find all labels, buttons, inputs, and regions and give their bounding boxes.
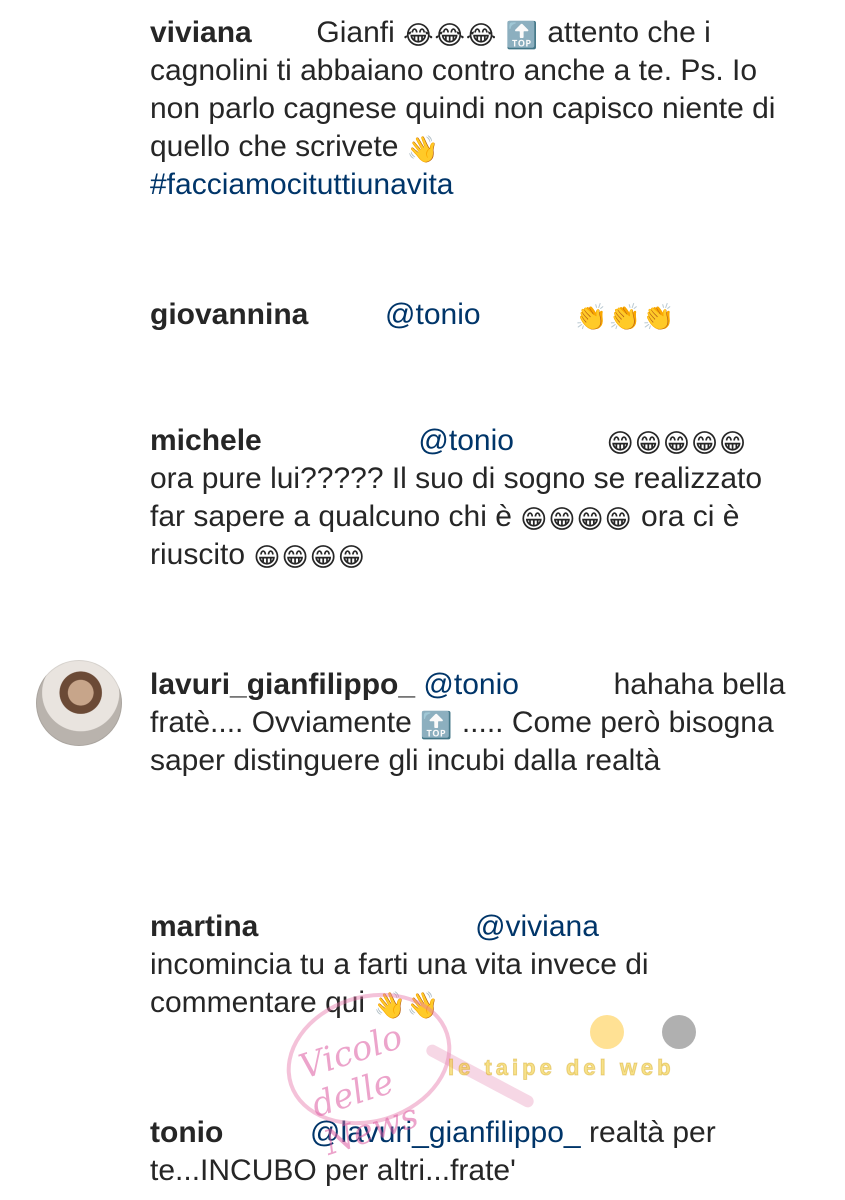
mention-link[interactable]: @viviana — [475, 910, 599, 943]
mention-link[interactable]: @lavuri_gianfilippo_ — [310, 1116, 581, 1149]
comment-username[interactable]: viviana — [150, 16, 252, 49]
top-arrow-emoji-icon: 🔝 — [420, 710, 454, 740]
top-arrow-emoji-icon: 🔝 — [505, 20, 539, 50]
comment-giovannina: giovannina @tonio 👏👏👏 — [150, 296, 790, 334]
comment-text: Gianfi — [316, 16, 395, 49]
user-avatar[interactable] — [36, 660, 122, 746]
comment-username[interactable]: martina — [150, 910, 258, 943]
grinning-emoji-icon: 😁😁😁😁😁 — [606, 428, 748, 458]
comment-tonio: tonio @lavuri_gianfilippo_ realtà per te… — [150, 1114, 790, 1190]
comment-lavuri-gianfilippo: lavuri_gianfilippo_ @tonio hahaha bella … — [150, 666, 790, 780]
mention-link[interactable]: @tonio — [423, 668, 519, 701]
comment-username[interactable]: tonio — [150, 1116, 223, 1149]
waving-hand-emoji-icon: 👋👋 — [373, 990, 441, 1020]
clapping-hands-emoji-icon: 👏👏👏 — [575, 302, 676, 332]
comment-username[interactable]: giovannina — [150, 298, 308, 331]
grinning-emoji-icon: 😁😁😁😁 — [520, 504, 633, 534]
mention-link[interactable]: @tonio — [385, 298, 481, 331]
comment-martina: martina @viviana incomincia tu a farti u… — [150, 908, 790, 1022]
waving-hand-emoji-icon: 👋 — [406, 134, 441, 164]
mention-link[interactable]: @tonio — [418, 424, 514, 457]
laughing-crying-emoji-icon: 😂😂😂 — [403, 20, 498, 50]
watermark-banner-text: le taipe del web — [448, 1055, 675, 1081]
hashtag-link[interactable]: #facciamocituttiunavita — [150, 168, 454, 201]
grinning-emoji-icon: 😁😁😁😁 — [253, 542, 366, 572]
comment-viviana: viviana Gianfi 😂😂😂 🔝 attento che i cagno… — [150, 14, 790, 204]
comment-michele: michele @tonio 😁😁😁😁😁 ora pure lui????? I… — [150, 422, 790, 574]
comment-username[interactable]: michele — [150, 424, 262, 457]
watermark-magnifier-handle — [424, 1042, 536, 1110]
comment-username[interactable]: lavuri_gianfilippo_ — [150, 668, 415, 701]
